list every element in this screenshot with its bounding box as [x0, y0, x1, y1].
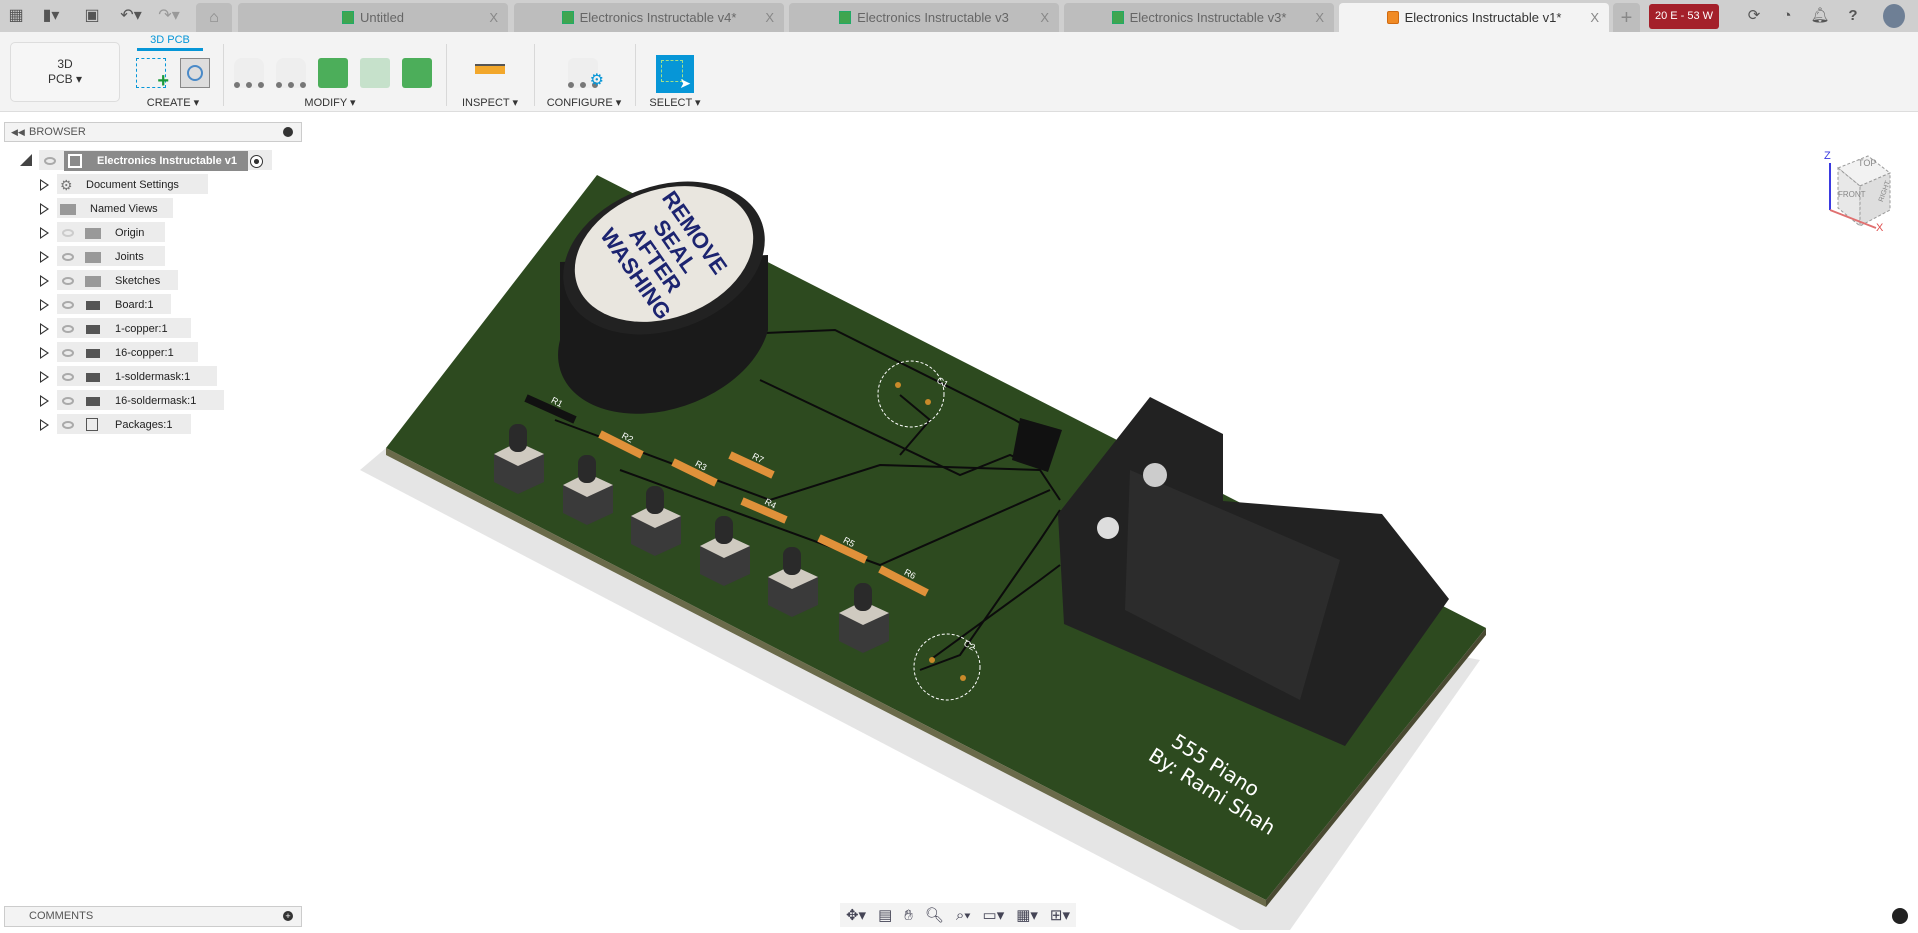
axis-x-label: X: [1876, 222, 1884, 234]
display-settings-icon[interactable]: ▭▾: [983, 906, 1005, 924]
viewcube[interactable]: TOP FRONT RIGHT Z X: [1808, 148, 1908, 238]
axis-z-label: Z: [1824, 150, 1831, 162]
orbit-icon[interactable]: ✥▾: [846, 906, 866, 924]
feedback-icon[interactable]: [1892, 908, 1908, 924]
zoom-icon[interactable]: 🔍︎: [925, 906, 944, 924]
look-at-icon[interactable]: ▤: [878, 906, 892, 924]
battery-contact: [1097, 517, 1119, 539]
battery-contact: [1143, 463, 1167, 487]
grid-icon[interactable]: ▦▾: [1016, 906, 1038, 924]
fit-icon[interactable]: ⌕▾: [956, 907, 971, 924]
navigation-toolbar: ✥▾ ▤ ✋︎ 🔍︎ ⌕▾ ▭▾ ▦▾ ⊞▾: [840, 903, 1076, 927]
pan-icon[interactable]: ✋︎: [904, 907, 913, 924]
viewports-icon[interactable]: ⊞▾: [1050, 906, 1070, 924]
viewport-3d[interactable]: REMOVE SEAL AFTER WASHING R1R2R3R7R4R5R6…: [0, 0, 1918, 933]
viewcube-front[interactable]: FRONT: [1838, 190, 1866, 199]
viewcube-top[interactable]: TOP: [1858, 158, 1876, 168]
